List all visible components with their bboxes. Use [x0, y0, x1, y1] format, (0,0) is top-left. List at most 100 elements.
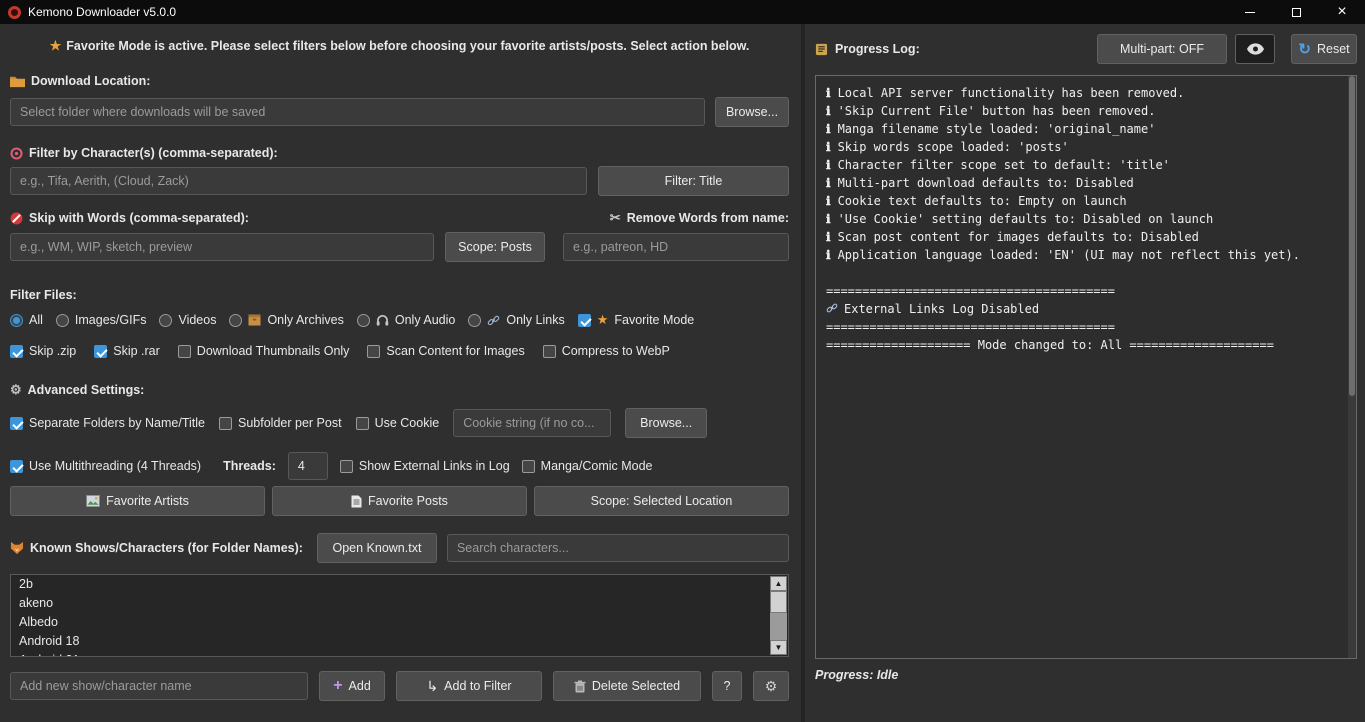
checkbox-label: Favorite Mode — [614, 313, 694, 327]
star-icon: ★ — [597, 312, 609, 328]
browse-download-button[interactable]: Browse... — [715, 97, 789, 127]
info-icon: ℹ — [826, 194, 831, 208]
info-icon: ℹ — [826, 140, 831, 154]
browse-cookie-button[interactable]: Browse... — [625, 408, 707, 438]
list-scrollbar[interactable]: ▲ ▼ — [770, 576, 787, 655]
list-item[interactable]: akeno — [11, 594, 788, 613]
scroll-down-button[interactable]: ▼ — [770, 640, 787, 655]
known-list-items: 2bakenoAlbedoAndroid 18Android 21 — [11, 575, 788, 657]
radio-only-links[interactable]: Only Links — [468, 313, 564, 327]
checkbox-scan-content[interactable]: Scan Content for Images — [367, 344, 524, 358]
list-item[interactable]: Android 18 — [11, 632, 788, 651]
close-button[interactable]: × — [1319, 0, 1365, 24]
log-line: ℹScan post content for images defaults t… — [826, 228, 1346, 246]
radio-only-archives[interactable]: Only Archives — [229, 313, 343, 327]
favorite-posts-button[interactable]: Favorite Posts — [272, 486, 527, 516]
info-icon: ℹ — [826, 104, 831, 118]
radio-videos[interactable]: Videos — [159, 313, 216, 327]
skip-scope-button[interactable]: Scope: Posts — [445, 232, 545, 262]
list-item[interactable]: 2b — [11, 575, 788, 594]
minimize-button[interactable] — [1227, 0, 1273, 24]
character-filter-input[interactable] — [10, 167, 587, 195]
character-filter-label: Filter by Character(s) (comma-separated)… — [10, 146, 789, 160]
add-button-label: Add — [349, 679, 371, 693]
add-character-input[interactable] — [10, 672, 308, 700]
checkbox-thumbnails-only[interactable]: Download Thumbnails Only — [178, 344, 350, 358]
character-search-input[interactable] — [447, 534, 789, 562]
radio-only-audio[interactable]: Only Audio — [357, 313, 455, 327]
list-item[interactable]: Android 21 — [11, 651, 788, 657]
threads-input[interactable] — [288, 452, 328, 480]
checkbox-use-cookie[interactable]: Use Cookie — [356, 416, 440, 430]
checkbox-compress-webp[interactable]: Compress to WebP — [543, 344, 670, 358]
eye-toggle-button[interactable] — [1235, 34, 1275, 64]
log-scrollbar[interactable] — [1348, 76, 1356, 658]
link-icon — [826, 302, 838, 314]
checkbox-subfolder-per-post[interactable]: Subfolder per Post — [219, 416, 342, 430]
checkbox-label: Scan Content for Images — [386, 344, 524, 358]
checkbox-manga-mode[interactable]: Manga/Comic Mode — [522, 459, 653, 473]
log-line: External Links Log Disabled — [826, 300, 1346, 318]
checkbox-icon — [10, 345, 23, 358]
archive-icon — [248, 314, 261, 326]
add-character-button[interactable]: + Add — [319, 671, 385, 701]
log-line: ℹMulti-part download defaults to: Disabl… — [826, 174, 1346, 192]
info-icon: ℹ — [826, 248, 831, 262]
checkbox-separate-folders[interactable]: Separate Folders by Name/Title — [10, 416, 205, 430]
filter-files-label: Filter Files: — [10, 288, 789, 302]
log-line — [826, 264, 1346, 282]
filter-scope-button[interactable]: Filter: Title — [598, 166, 789, 196]
help-button[interactable]: ? — [712, 671, 742, 701]
progress-status: Progress: Idle — [815, 668, 1357, 682]
open-known-txt-button[interactable]: Open Known.txt — [317, 533, 437, 563]
log-scrollbar-thumb[interactable] — [1349, 76, 1355, 396]
up-arrow-icon: ▲ — [775, 579, 783, 588]
checkbox-skip-zip[interactable]: Skip .zip — [10, 344, 76, 358]
image-icon — [86, 495, 100, 507]
down-arrow-icon: ▼ — [775, 643, 783, 652]
delete-selected-button[interactable]: Delete Selected — [553, 671, 701, 701]
scissors-icon: ✂ — [610, 210, 621, 226]
checkbox-label: Use Cookie — [375, 416, 440, 430]
close-icon: × — [1337, 4, 1346, 20]
favorite-artists-button[interactable]: Favorite Artists — [10, 486, 265, 516]
radio-label: All — [29, 313, 43, 327]
known-characters-list[interactable]: 2bakenoAlbedoAndroid 18Android 21 ▲ ▼ — [10, 574, 789, 657]
favorite-scope-button[interactable]: Scope: Selected Location — [534, 486, 789, 516]
maximize-button[interactable] — [1273, 0, 1319, 24]
checkbox-label: Manga/Comic Mode — [541, 459, 653, 473]
scrollbar-track[interactable] — [770, 591, 787, 640]
radio-images-gifs[interactable]: Images/GIFs — [56, 313, 147, 327]
download-location-input[interactable] — [10, 98, 705, 126]
radio-label: Only Archives — [267, 313, 343, 327]
scrollbar-thumb[interactable] — [770, 591, 787, 613]
favorite-mode-notice: ★ Favorite Mode is active. Please select… — [10, 38, 789, 54]
progress-log-label: Progress Log: — [815, 42, 920, 56]
skip-words-input[interactable] — [10, 233, 434, 261]
checkbox-label: Separate Folders by Name/Title — [29, 416, 205, 430]
reset-button-label: Reset — [1317, 42, 1350, 56]
add-to-filter-button[interactable]: ↳ Add to Filter — [396, 671, 542, 701]
radio-icon — [159, 314, 172, 327]
checkbox-multithreading[interactable]: Use Multithreading (4 Threads) — [10, 459, 201, 473]
file-filter-checkboxes: Skip .zip Skip .rar Download Thumbnails … — [10, 344, 789, 358]
cookie-string-input[interactable] — [453, 409, 611, 437]
remove-words-input[interactable] — [563, 233, 789, 261]
settings-button[interactable]: ⚙ — [753, 671, 789, 701]
list-item[interactable]: Albedo — [11, 613, 788, 632]
threads-label: Threads: — [223, 459, 276, 473]
multipart-toggle-button[interactable]: Multi-part: OFF — [1097, 34, 1227, 64]
checkbox-favorite-mode[interactable]: ★ Favorite Mode — [578, 312, 695, 328]
radio-all[interactable]: All — [10, 313, 43, 327]
window-title: Kemono Downloader v5.0.0 — [28, 5, 176, 19]
scroll-up-button[interactable]: ▲ — [770, 576, 787, 591]
remove-words-label: ✂ Remove Words from name: — [610, 210, 789, 226]
target-icon — [10, 147, 23, 160]
checkbox-icon — [367, 345, 380, 358]
checkbox-skip-rar[interactable]: Skip .rar — [94, 344, 160, 358]
reset-button[interactable]: ↻ Reset — [1291, 34, 1357, 64]
progress-log-area[interactable]: ℹLocal API server functionality has been… — [815, 75, 1357, 659]
log-lines: ℹLocal API server functionality has been… — [826, 84, 1346, 354]
log-line: ℹCookie text defaults to: Empty on launc… — [826, 192, 1346, 210]
checkbox-show-external-links[interactable]: Show External Links in Log — [340, 459, 510, 473]
